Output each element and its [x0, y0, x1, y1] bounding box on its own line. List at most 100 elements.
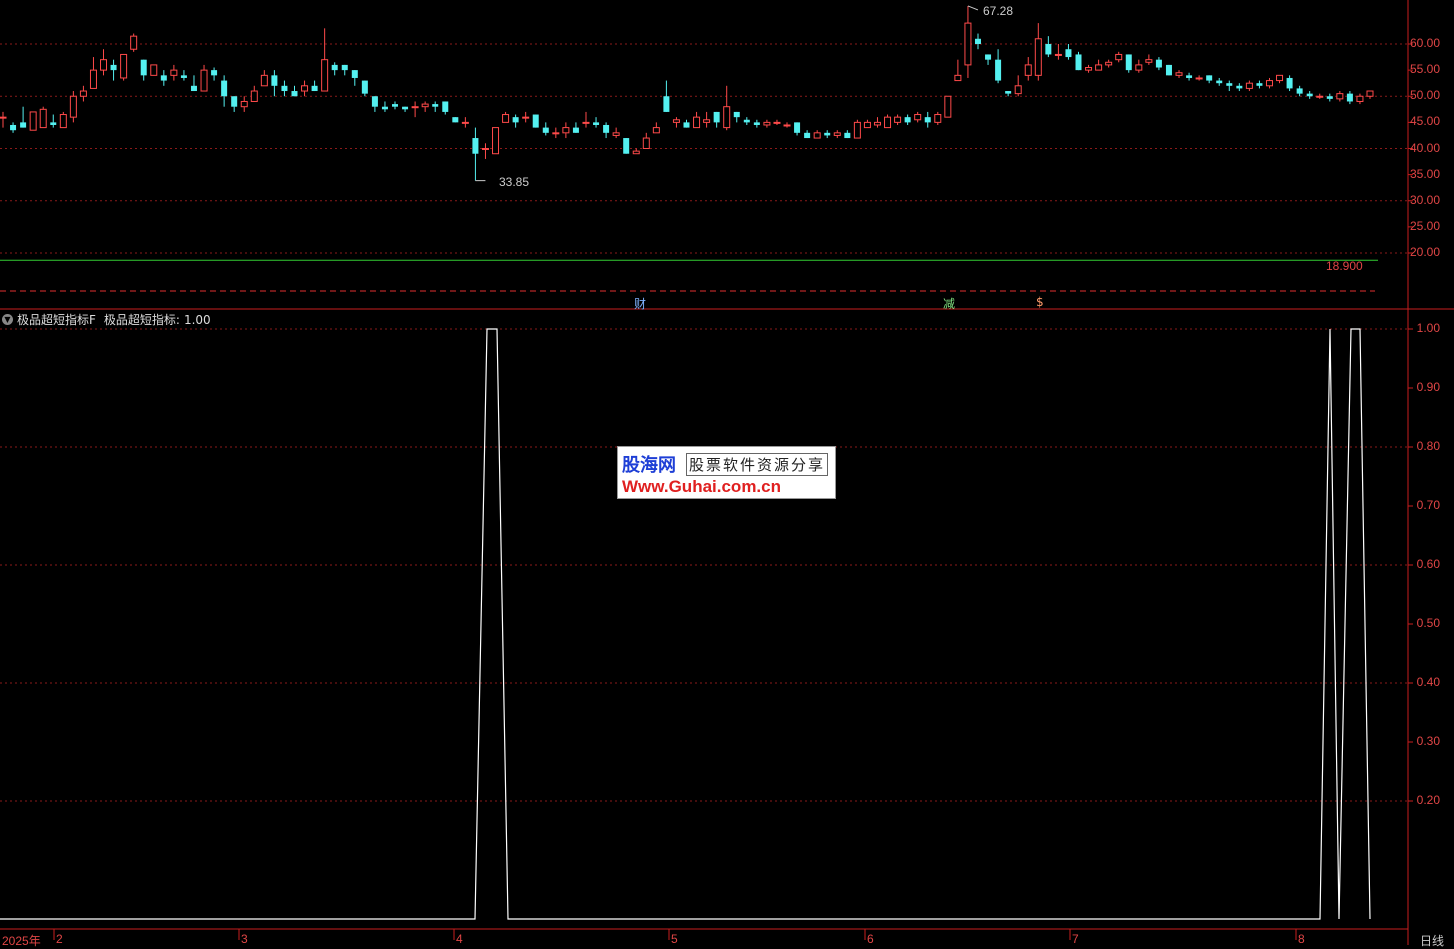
candle	[301, 80, 309, 97]
event-mark-jian[interactable]: 减	[943, 295, 955, 312]
candle	[481, 143, 489, 159]
indicator-title-bar: ▼ 极品超短指标F 极品超短指标: 1.00	[2, 311, 211, 328]
candle-body	[211, 70, 218, 76]
candle-body	[1256, 83, 1263, 86]
candle-body	[1014, 85, 1022, 95]
candle-body	[461, 121, 469, 124]
candle	[59, 111, 67, 129]
candle-body	[1186, 75, 1193, 78]
candle	[1356, 93, 1364, 105]
candle-body	[904, 117, 911, 123]
candle-body	[1195, 77, 1203, 80]
high-price-label: 67.28	[983, 4, 1014, 18]
time-tick-label: 3	[241, 932, 248, 946]
candle-body	[221, 80, 228, 97]
candle	[170, 64, 178, 81]
candle	[985, 54, 992, 65]
price-tick-label: 40.00	[1409, 140, 1440, 155]
candle	[853, 119, 861, 139]
candle	[1065, 44, 1072, 60]
candle	[321, 28, 329, 92]
candle	[753, 119, 760, 128]
period-label[interactable]: 日线	[1420, 932, 1444, 949]
candle-body	[1236, 85, 1243, 89]
candle	[69, 91, 77, 123]
candle-body	[863, 121, 871, 129]
candle	[914, 111, 922, 123]
candle-body	[1276, 74, 1284, 82]
candle-body	[472, 138, 479, 154]
candle-body	[522, 116, 530, 119]
indicator-tick-label: 0.20	[1416, 793, 1440, 807]
indicator-series-label: 极品超短指标:	[103, 313, 180, 327]
chevron-down-icon[interactable]: ▼	[2, 314, 13, 325]
candle-body	[1316, 95, 1324, 98]
candle	[0, 111, 7, 128]
candle-body	[974, 38, 981, 44]
candle-body	[1125, 54, 1132, 71]
candle-body	[593, 122, 600, 125]
candle	[542, 122, 549, 136]
candle-body	[572, 127, 579, 133]
event-mark-cai[interactable]: 财	[634, 295, 646, 312]
indicator-tick-label: 0.60	[1416, 557, 1440, 571]
candle-body	[1054, 53, 1062, 56]
candle-body	[964, 22, 972, 66]
candle-body	[672, 119, 680, 123]
candle	[944, 95, 952, 118]
candle-body	[783, 124, 791, 127]
candle	[1155, 57, 1162, 71]
price-tick-label: 35.00	[1409, 166, 1440, 181]
indicator-tick-label: 0.80	[1416, 439, 1440, 453]
candle	[1236, 83, 1243, 92]
event-mark-dollar[interactable]: $	[1036, 295, 1044, 309]
candle-body	[914, 114, 922, 121]
candle	[954, 59, 962, 82]
candle-body	[884, 116, 892, 129]
candle	[672, 117, 680, 128]
candle	[663, 80, 670, 112]
candle-body	[1356, 95, 1364, 102]
candle-body	[794, 122, 801, 133]
candle-body	[623, 138, 630, 154]
candle-body	[1065, 49, 1072, 58]
candle	[472, 127, 479, 181]
candle-body	[10, 124, 17, 131]
candle-body	[804, 132, 811, 139]
candle	[311, 80, 318, 92]
indicator-name[interactable]: 极品超短指标F	[17, 311, 96, 328]
candle	[1005, 91, 1012, 97]
candle	[492, 127, 500, 155]
candle	[361, 80, 368, 97]
candle	[1306, 91, 1313, 99]
candle-body	[240, 100, 248, 108]
time-tick-label: 2	[56, 932, 63, 946]
candle	[623, 138, 630, 154]
low-price-label: 33.85	[499, 175, 530, 189]
candle-body	[492, 127, 500, 155]
candle-body	[341, 64, 348, 71]
candle	[20, 106, 27, 128]
candle	[180, 70, 187, 81]
candle-body	[703, 119, 711, 123]
candle	[271, 70, 278, 97]
indicator-tick-label: 1.00	[1416, 321, 1440, 335]
candle-body	[421, 103, 429, 108]
candle	[281, 80, 288, 97]
candle	[652, 122, 660, 134]
candle-body	[894, 116, 902, 123]
candle	[1316, 93, 1324, 99]
candle-body	[773, 121, 781, 124]
candle-body	[1206, 75, 1213, 81]
candle	[1256, 80, 1263, 89]
candle-body	[1155, 59, 1162, 68]
price-tick-label: 30.00	[1409, 192, 1440, 207]
candle-body	[642, 137, 650, 150]
candle	[974, 33, 981, 50]
candle-body	[452, 117, 459, 123]
candle-body	[331, 64, 338, 71]
candle-body	[1216, 80, 1223, 84]
candle-body	[371, 96, 378, 107]
candle-body	[1296, 88, 1303, 94]
candle	[160, 70, 167, 86]
